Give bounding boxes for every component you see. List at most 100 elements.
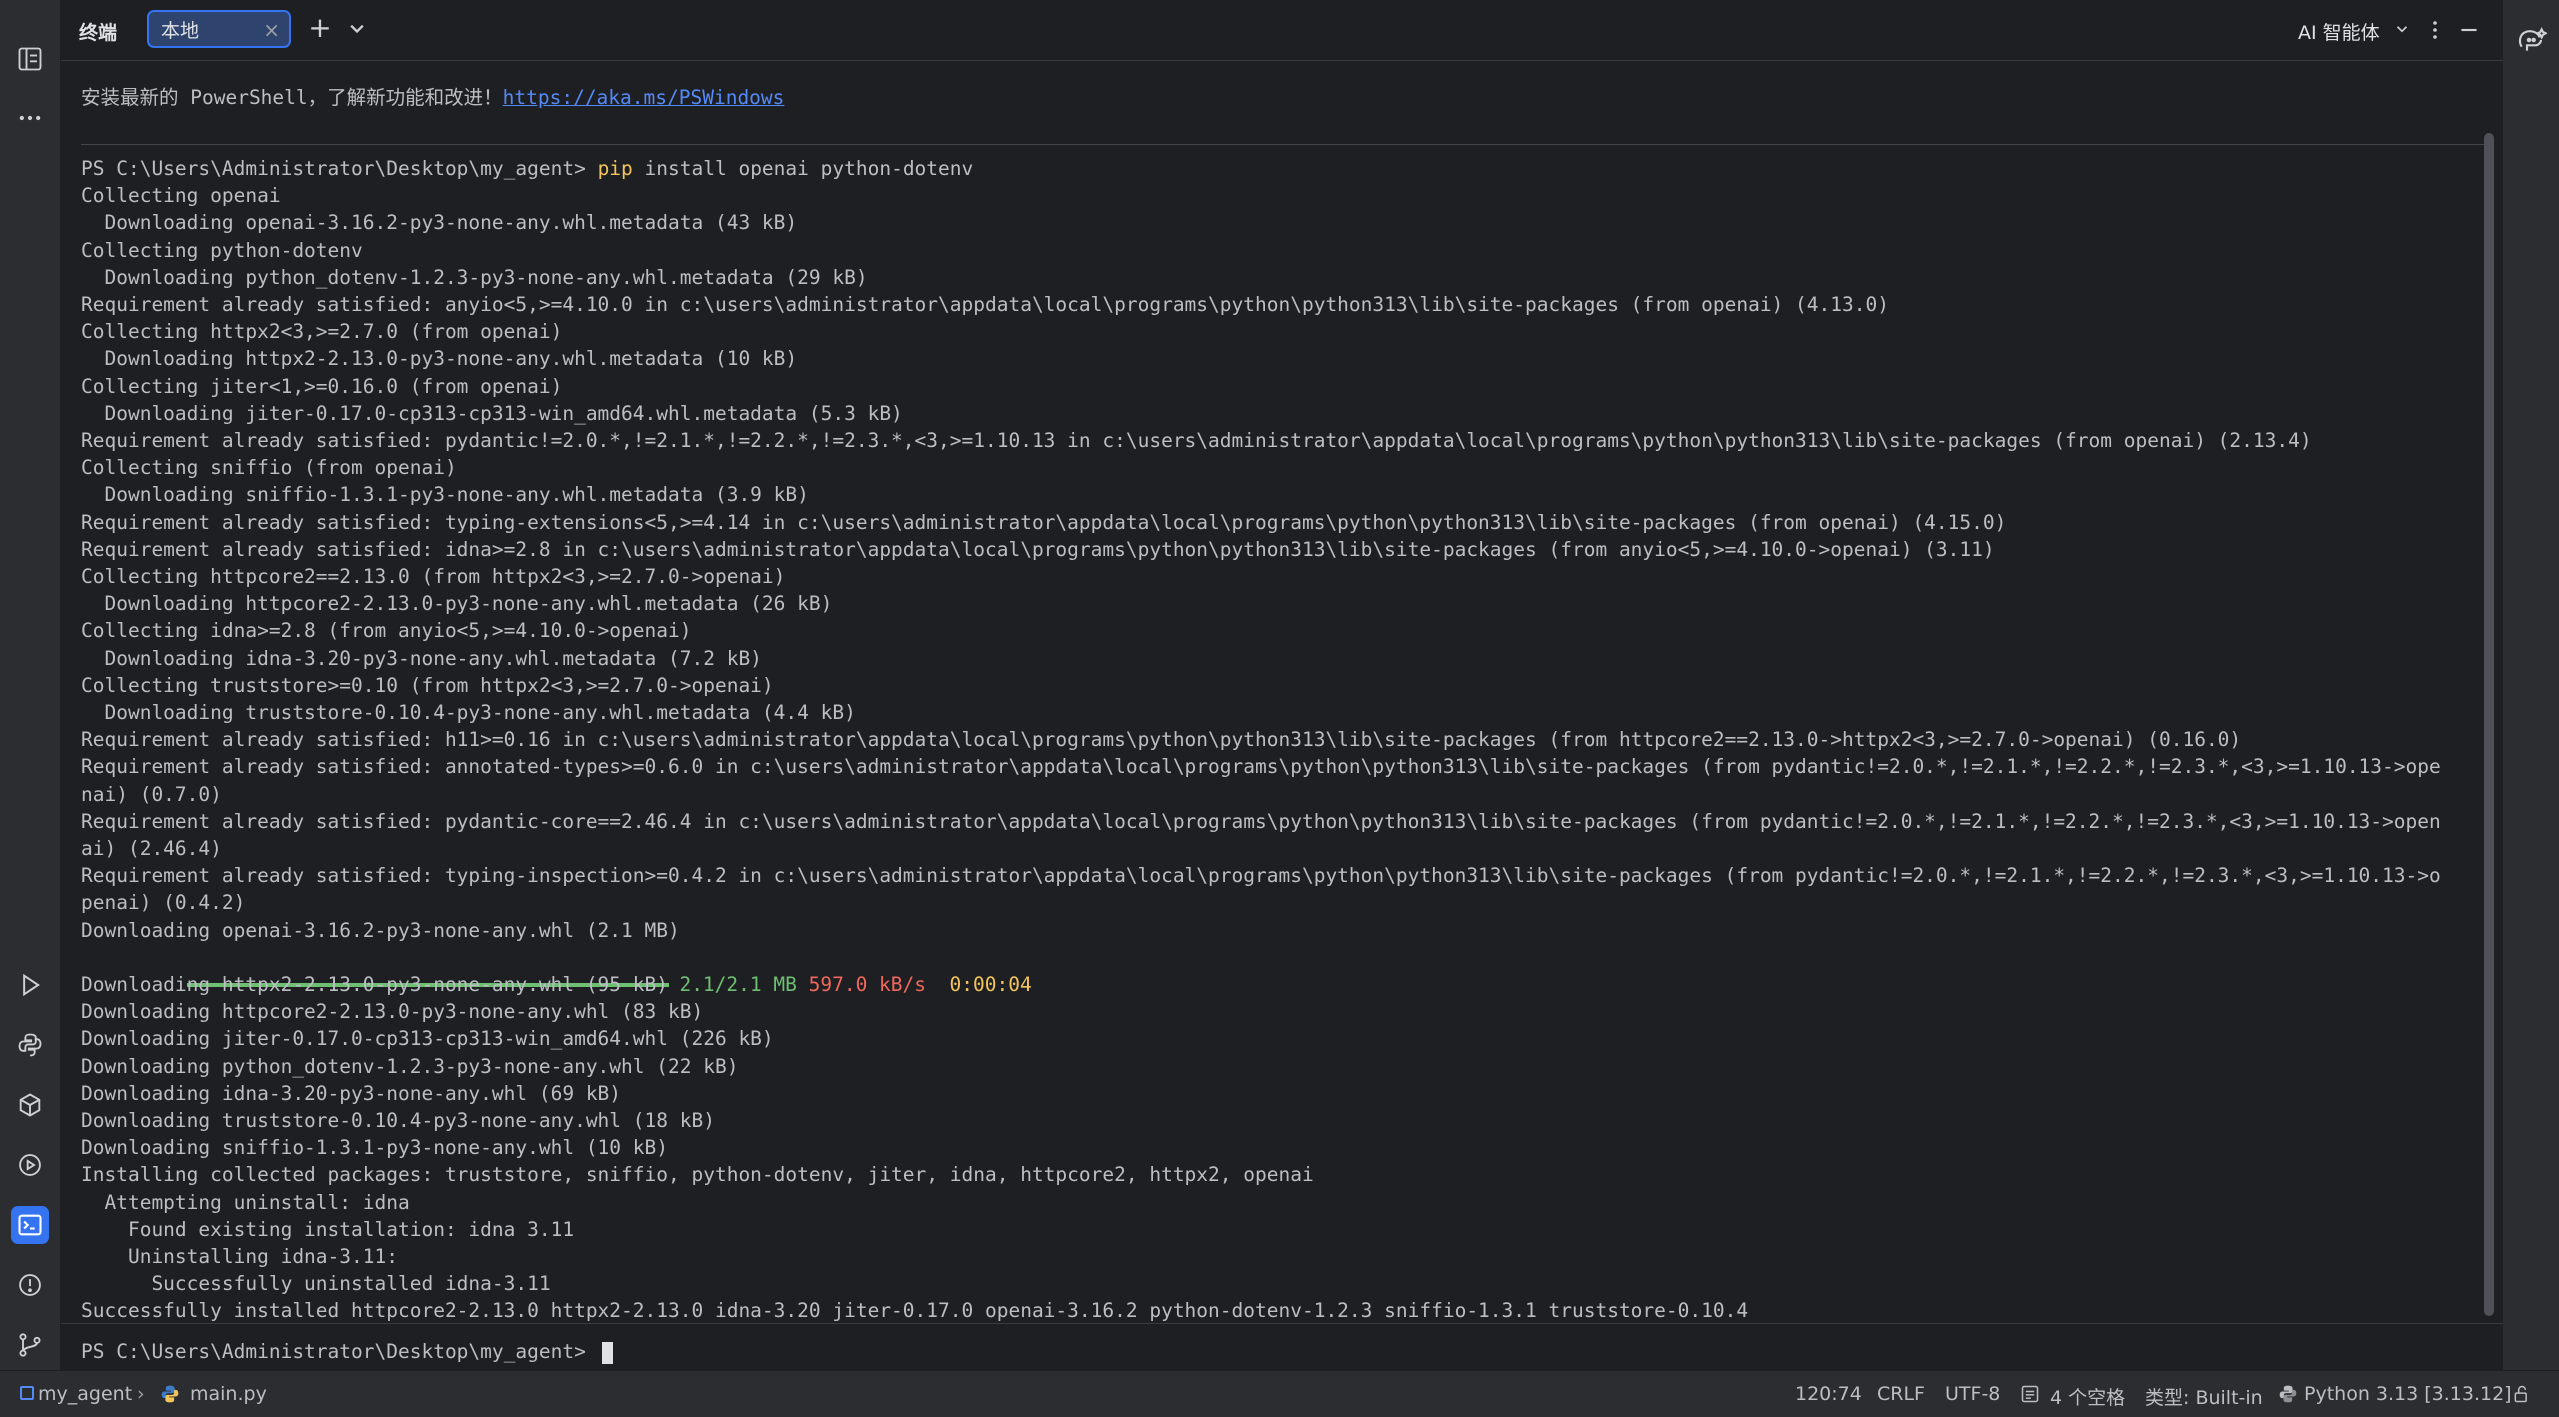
output-line: Successfully installed httpcore2-2.13.0 … [81, 1299, 1749, 1323]
output-line: Downloading sniffio-1.3.1-py3-none-any.w… [81, 483, 809, 507]
output-line: Uninstalling idna-3.11: [81, 1245, 398, 1268]
output-line: Collecting python-dotenv [81, 238, 363, 262]
command-line: PS C:\Users\Administrator\Desktop\my_age… [81, 155, 973, 182]
python-packages-icon[interactable] [11, 1086, 49, 1124]
terminal-icon[interactable] [11, 1206, 49, 1244]
output-line: ai) (2.46.4) [81, 837, 222, 860]
terminal-title: 终端 [79, 22, 118, 44]
output-line: Requirement already satisfied: pydantic!… [81, 429, 2312, 452]
plus-icon: + [308, 11, 332, 44]
python-interpreter[interactable]: Python 3.13 [3.13.12] [2304, 1383, 2512, 1405]
file-encoding[interactable]: UTF-8 [1945, 1383, 2000, 1405]
output-line: Requirement already satisfied: idna>=2.8… [81, 537, 1995, 561]
output-line: Collecting idna>=2.8 (from anyio<5,>=4.1… [81, 619, 692, 643]
output-line: Requirement already satisfied: annotated… [81, 755, 2441, 779]
output-line: Requirement already satisfied: pydantic-… [81, 809, 2441, 833]
breadcrumb-project[interactable]: my_agent [38, 1383, 132, 1405]
terminal-output[interactable]: 安装最新的 PowerShell，了解新功能和改进！https://aka.ms… [81, 74, 2489, 1328]
ai-agent-button[interactable]: AI 智能体 [2298, 18, 2380, 45]
output-line: Requirement already satisfied: anyio<5,>… [81, 293, 1889, 316]
output-line: Requirement already satisfied: typing-ex… [81, 510, 2007, 534]
scrollbar[interactable] [2484, 133, 2494, 1316]
output-line: Downloading httpcore2-2.13.0-py3-none-an… [81, 1000, 704, 1024]
progress-line: 2.1/2.1 MB 597.0 kB/s 0:00:04 [81, 944, 1032, 996]
output-line: Downloading openai-3.16.2-py3-none-any.w… [81, 918, 680, 942]
output-line: Collecting httpcore2==2.13.0 (from httpx… [81, 565, 786, 588]
output-line: nai) (0.7.0) [81, 782, 222, 806]
chevron-down-icon [350, 24, 364, 34]
hint-link[interactable]: https://aka.ms/PSWindows [503, 86, 785, 109]
project-icon[interactable] [11, 40, 49, 78]
output-line: Downloading idna-3.20-py3-none-any.whl.m… [81, 646, 762, 670]
output-line: Collecting sniffio (from openai) [81, 456, 457, 480]
progress-size: 2.1/2.1 MB [679, 972, 797, 996]
output-line: Downloading httpx2-2.13.0-py3-none-any.w… [81, 973, 668, 996]
output-line: Downloading jiter-0.17.0-cp313-cp313-win… [81, 1027, 774, 1051]
output-line: Requirement already satisfied: h11>=0.16… [81, 728, 2242, 752]
tab-local-label: 本地 [161, 19, 200, 42]
python-icon [2278, 1384, 2298, 1404]
output-line: Downloading python_dotenv-1.2.3-py3-none… [81, 1054, 739, 1078]
run-icon[interactable] [11, 966, 49, 1004]
progress-speed: 597.0 kB/s [808, 972, 927, 996]
output-line: Collecting openai [81, 184, 281, 208]
output-line: Found existing installation: idna 3.11 [81, 1217, 575, 1241]
command-pip: pip [597, 157, 633, 180]
indent-icon [2020, 1384, 2040, 1404]
output-line: Downloading sniffio-1.3.1-py3-none-any.w… [81, 1136, 668, 1160]
powershell-hint: 安装最新的 PowerShell，了解新功能和改进！https://aka.ms… [81, 84, 784, 111]
python-file-icon [160, 1384, 180, 1404]
output-line: Successfully uninstalled idna-3.11 [81, 1272, 551, 1296]
output-line: Downloading truststore-0.10.4-py3-none-a… [81, 701, 856, 724]
hint-text: 安装最新的 PowerShell，了解新功能和改进！ [81, 86, 503, 109]
terminal-tabbar: 终端 本地 × + AI 智能体 [61, 0, 2503, 61]
output-line: Downloading idna-3.20-py3-none-any.whl (… [81, 1081, 622, 1105]
services-icon[interactable] [11, 1146, 49, 1184]
breadcrumb-chevron-icon: › [137, 1383, 145, 1405]
caret-position[interactable]: 120:74 [1795, 1383, 1862, 1405]
final-prompt: PS C:\Users\Administrator\Desktop\my_age… [81, 1340, 598, 1363]
tab-options-button[interactable] [343, 14, 371, 44]
text-cursor [601, 1341, 613, 1364]
python-console-icon[interactable] [11, 1026, 49, 1064]
terminal-panel: 终端 本地 × + AI 智能体 安装最新的 PowerShell，了解新功能和… [61, 0, 2503, 1370]
output-line: penai) (0.4.2) [81, 891, 246, 915]
progress-eta: 0:00:04 [949, 972, 1032, 996]
output-line: Installing collected packages: truststor… [81, 1163, 1314, 1187]
breadcrumb-file[interactable]: main.py [190, 1383, 267, 1405]
indent-setting[interactable]: 4 个空格 [2050, 1383, 2125, 1410]
output-line: Downloading truststore-0.10.4-py3-none-a… [81, 1109, 715, 1132]
prompt: PS C:\Users\Administrator\Desktop\my_age… [81, 157, 598, 180]
minimize-icon[interactable] [2456, 16, 2482, 44]
status-bar: my_agent › main.py 120:74 CRLF UTF-8 4 个… [0, 1370, 2559, 1417]
options-kebab-icon[interactable] [2423, 16, 2447, 44]
line-ending[interactable]: CRLF [1877, 1383, 1925, 1405]
lock-icon[interactable] [2512, 1384, 2532, 1404]
output-line: Collecting truststore>=0.10 (from httpx2… [81, 673, 774, 697]
output-line: Downloading httpx2-2.13.0-py3-none-any.w… [81, 347, 798, 371]
right-toolbar [2502, 0, 2559, 1370]
module-icon [20, 1386, 34, 1400]
output-line: Downloading openai-3.16.2-py3-none-any.w… [81, 211, 798, 235]
more-icon[interactable] [11, 99, 49, 137]
output-line: Downloading jiter-0.17.0-cp313-cp313-win… [81, 401, 903, 425]
left-toolbar [0, 0, 61, 1370]
output-line: Downloading python_dotenv-1.2.3-py3-none… [81, 265, 868, 289]
tab-local[interactable]: 本地 × [147, 10, 291, 48]
chevron-down-icon[interactable] [2393, 20, 2411, 38]
add-tab-button[interactable]: + [305, 12, 335, 46]
close-icon[interactable]: × [263, 18, 280, 42]
problems-icon[interactable] [11, 1266, 49, 1304]
final-prompt-line[interactable]: PS C:\Users\Administrator\Desktop\my_age… [81, 1338, 613, 1365]
hint-divider [81, 144, 2489, 145]
ai-assistant-icon[interactable] [2515, 24, 2549, 56]
output-line: Requirement already satisfied: typing-in… [81, 864, 2441, 888]
output-line: Attempting uninstall: idna [81, 1190, 410, 1214]
prompt-divider [61, 1323, 2503, 1324]
output-line: Collecting jiter<1,>=0.16.0 (from openai… [81, 374, 563, 398]
output-line: Collecting httpx2<3,>=2.7.0 (from openai… [81, 320, 563, 344]
file-type[interactable]: 类型: Built-in [2145, 1383, 2263, 1410]
command-args: install openai python-dotenv [632, 157, 974, 180]
output-line: Downloading httpcore2-2.13.0-py3-none-an… [81, 592, 833, 616]
git-icon[interactable] [11, 1326, 49, 1364]
